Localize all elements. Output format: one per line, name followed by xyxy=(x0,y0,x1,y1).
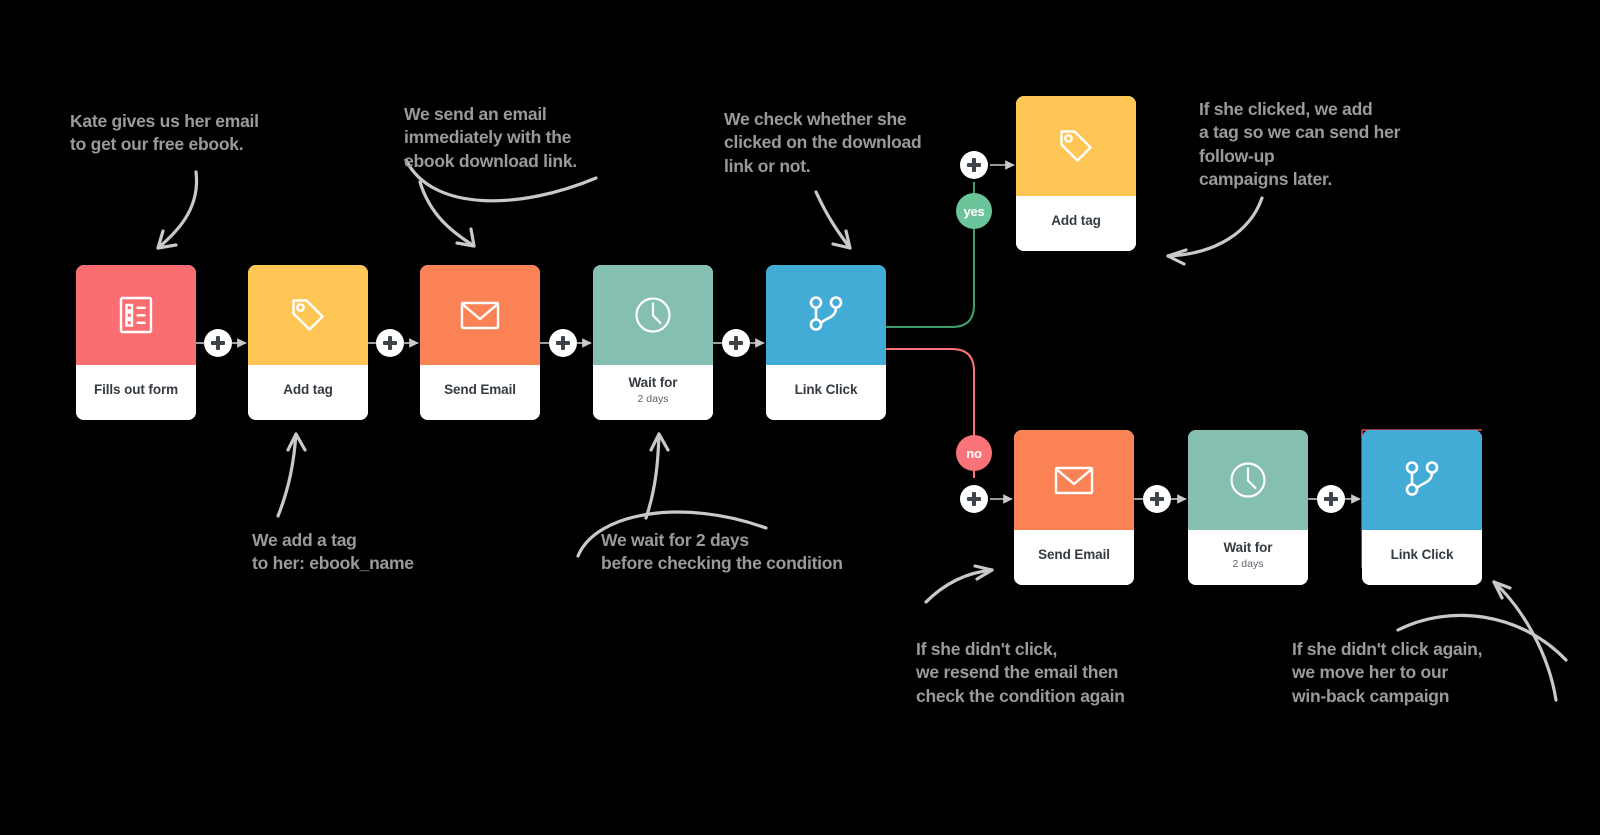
node-title: Wait for xyxy=(1223,540,1273,556)
arrow-to-link-click xyxy=(814,190,852,250)
branch-label-yes-text: yes xyxy=(963,203,985,219)
node-title: Send Email xyxy=(1038,547,1110,563)
node-label-area: Fills out form xyxy=(76,365,196,420)
add-step-button[interactable] xyxy=(376,329,404,357)
add-step-button[interactable] xyxy=(204,329,232,357)
node-link-click-main[interactable]: Link Click xyxy=(766,265,886,420)
tag-icon xyxy=(248,265,368,365)
node-label-area: Send Email xyxy=(1014,530,1134,585)
node-add-tag-main[interactable]: Add tag xyxy=(248,265,368,420)
tag-icon xyxy=(1016,96,1136,196)
node-add-tag-yes[interactable]: Add tag xyxy=(1016,96,1136,251)
node-label-area: Link Click xyxy=(1362,530,1482,585)
arrow-to-send-email-no xyxy=(924,568,994,604)
add-step-button[interactable] xyxy=(1143,485,1171,513)
node-link-click-no[interactable]: Link Click xyxy=(1362,430,1482,585)
add-step-button[interactable] xyxy=(549,329,577,357)
add-step-button-no[interactable] xyxy=(960,485,988,513)
no-branch-wire xyxy=(886,348,975,438)
node-title: Send Email xyxy=(444,382,516,398)
node-wait-for-no[interactable]: Wait for 2 days xyxy=(1188,430,1308,585)
add-step-button[interactable] xyxy=(722,329,750,357)
annotation-add-tag-main: We add a tag to her: ebook_name xyxy=(252,530,414,574)
branch-label-no[interactable]: no xyxy=(956,435,992,471)
branch-icon xyxy=(1362,430,1482,530)
add-step-button[interactable] xyxy=(1317,485,1345,513)
annotation-add-tag-yes: If she clicked, we add a tag so we can s… xyxy=(1199,99,1401,190)
branch-label-yes[interactable]: yes xyxy=(956,193,992,229)
node-title: Link Click xyxy=(1390,547,1454,563)
arrow-to-add-tag-yes xyxy=(1166,196,1264,258)
form-list-icon xyxy=(76,265,196,365)
annotation-resend-email: If she didn't click, we resend the email… xyxy=(916,639,1125,706)
node-label-area: Wait for 2 days xyxy=(1188,530,1308,585)
envelope-icon xyxy=(1014,430,1134,530)
arrow-to-add-tag-main xyxy=(276,432,298,518)
node-title: Link Click xyxy=(794,382,858,398)
node-title: Fills out form xyxy=(93,382,179,398)
envelope-icon xyxy=(420,265,540,365)
node-send-email-main[interactable]: Send Email xyxy=(420,265,540,420)
node-title: Add tag xyxy=(1051,213,1101,229)
node-title: Add tag xyxy=(283,382,333,398)
node-title: Wait for xyxy=(628,375,678,391)
node-label-area: Send Email xyxy=(420,365,540,420)
arrow-to-send-email xyxy=(418,180,476,248)
clock-icon xyxy=(1188,430,1308,530)
node-label-area: Add tag xyxy=(248,365,368,420)
node-subtitle: 2 days xyxy=(1232,557,1264,570)
node-label-area: Add tag xyxy=(1016,196,1136,251)
node-send-email-no[interactable]: Send Email xyxy=(1014,430,1134,585)
node-wait-for-main[interactable]: Wait for 2 days xyxy=(593,265,713,420)
node-label-area: Link Click xyxy=(766,365,886,420)
branch-icon xyxy=(766,265,886,365)
arrow-to-wait-main xyxy=(644,432,661,520)
arrow-to-form xyxy=(156,170,199,250)
annotation-link-click: We check whether she clicked on the down… xyxy=(724,109,922,176)
annotation-fills-out-form: Kate gives us her email to get our free … xyxy=(70,111,259,155)
annotation-win-back: If she didn't click again, we move her t… xyxy=(1292,639,1483,706)
add-step-button-yes[interactable] xyxy=(960,151,988,179)
node-fills-out-form[interactable]: Fills out form xyxy=(76,265,196,420)
node-subtitle: 2 days xyxy=(637,392,669,405)
workflow-canvas: Fills out form Add tag Send Email Wait f… xyxy=(0,0,1600,835)
annotation-wait-for: We wait for 2 days before checking the c… xyxy=(601,530,843,574)
arrow-to-link-click-no xyxy=(1492,580,1558,702)
annotation-send-email: We send an email immediately with the eb… xyxy=(404,104,577,171)
node-label-area: Wait for 2 days xyxy=(593,365,713,420)
clock-icon xyxy=(593,265,713,365)
branch-label-no-text: no xyxy=(966,445,982,461)
